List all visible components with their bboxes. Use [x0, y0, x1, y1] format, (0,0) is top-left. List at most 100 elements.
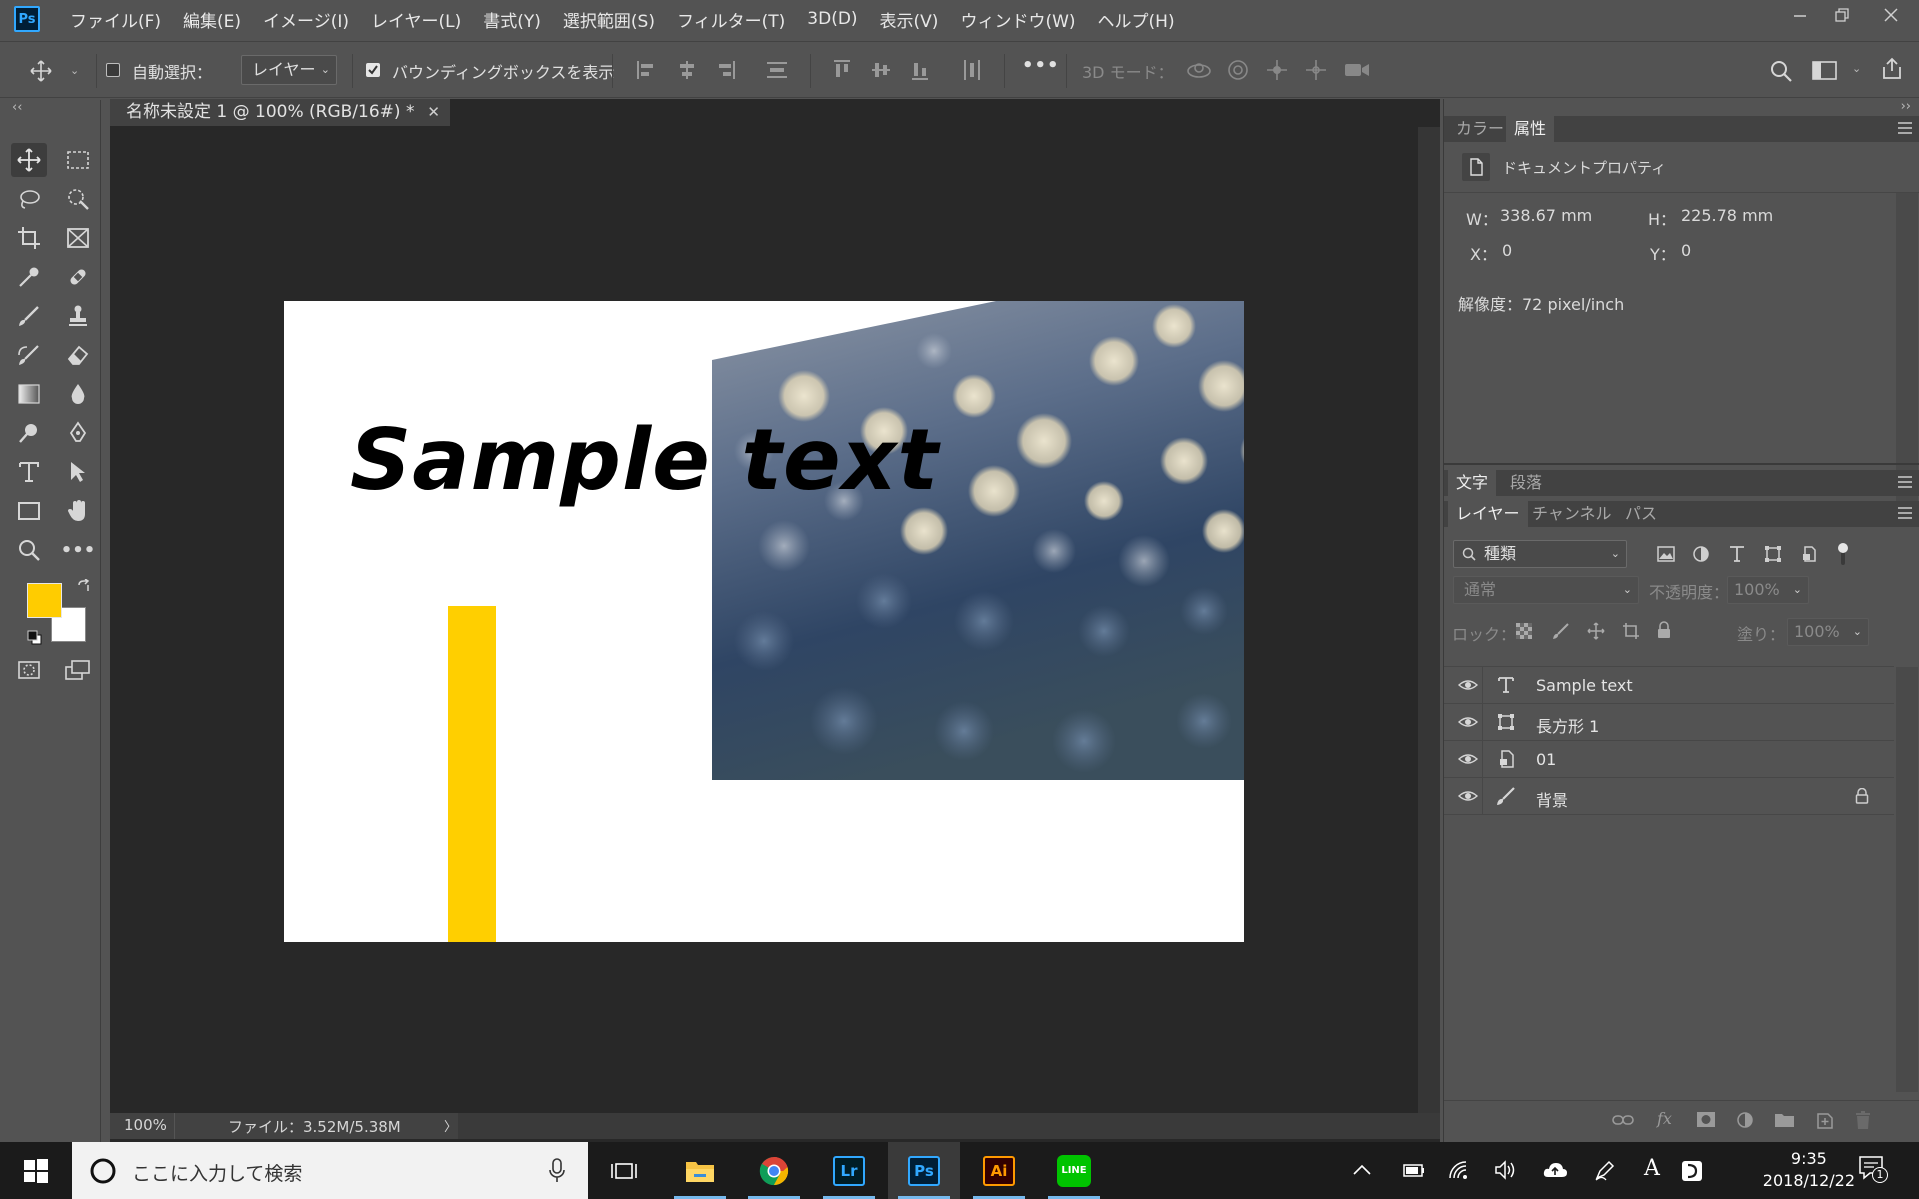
auto-select-target-dropdown[interactable]: レイヤー ⌄ — [241, 55, 337, 85]
ime-mode-icon[interactable]: A — [1644, 1156, 1660, 1181]
3d-slide-button[interactable] — [1304, 58, 1328, 82]
menu-file[interactable]: ファイル(F) — [70, 7, 161, 32]
ime-tool-icon[interactable] — [1680, 1159, 1704, 1183]
status-expand-arrow[interactable]: 〉 — [444, 1116, 457, 1135]
foreground-color-swatch-front[interactable] — [27, 583, 62, 618]
share-button[interactable] — [1880, 57, 1904, 81]
fill-field[interactable]: 100% ⌄ — [1787, 618, 1869, 646]
filter-toggle-button[interactable] — [1836, 541, 1850, 567]
rectangle-tool[interactable] — [11, 494, 47, 528]
panel-menu-icon[interactable] — [1898, 507, 1912, 519]
line-button[interactable]: LINE — [1038, 1142, 1110, 1199]
move-tool[interactable] — [11, 143, 47, 177]
layer-name[interactable]: 長方形 1 — [1536, 713, 1599, 737]
gradient-tool[interactable] — [11, 377, 47, 411]
layer-name[interactable]: Sample text — [1536, 676, 1633, 695]
height-value[interactable]: 225.78 mm — [1681, 206, 1773, 225]
wifi-icon[interactable] — [1448, 1160, 1472, 1180]
crop-tool[interactable] — [11, 221, 47, 255]
close-tab-icon[interactable]: ✕ — [427, 99, 440, 126]
vertical-scrollbar[interactable] — [1418, 127, 1440, 1115]
battery-icon[interactable] — [1400, 1160, 1426, 1180]
swap-colors-button[interactable] — [76, 579, 92, 595]
eraser-tool[interactable] — [60, 338, 96, 372]
distribute-vertical-button[interactable] — [766, 59, 788, 81]
document-canvas[interactable]: Sample text — [284, 301, 1244, 942]
auto-select-checkbox[interactable] — [106, 63, 120, 77]
layer-row[interactable]: 長方形 1 — [1444, 704, 1894, 741]
tab-paragraph[interactable]: 段落 — [1502, 470, 1550, 496]
align-right-edges-button[interactable] — [716, 59, 736, 81]
quick-selection-tool[interactable] — [60, 182, 96, 216]
align-horizontal-centers-button[interactable] — [677, 59, 697, 81]
layer-filter-dropdown[interactable]: 種類 ⌄ — [1453, 540, 1627, 568]
history-brush-tool[interactable] — [11, 338, 47, 372]
path-selection-tool[interactable] — [60, 455, 96, 489]
lightroom-button[interactable]: Lr — [813, 1142, 885, 1199]
lock-position-button[interactable] — [1587, 622, 1605, 640]
search-button[interactable] — [1769, 59, 1793, 83]
pen-ink-icon[interactable] — [1594, 1159, 1616, 1181]
3d-orbit-button[interactable] — [1186, 59, 1212, 81]
layer-row[interactable]: 背景 — [1444, 778, 1894, 815]
eye-icon[interactable] — [1458, 714, 1478, 730]
volume-icon[interactable] — [1494, 1160, 1518, 1180]
dodge-tool[interactable] — [11, 416, 47, 450]
taskbar-search-box[interactable]: ここに入力して検索 — [72, 1142, 588, 1199]
eye-icon[interactable] — [1458, 751, 1478, 767]
menu-layer[interactable]: レイヤー(L) — [371, 7, 461, 32]
menu-select[interactable]: 選択範囲(S) — [563, 7, 655, 32]
zoom-level[interactable]: 100% — [124, 1116, 167, 1134]
action-center-button[interactable]: 1 — [1858, 1154, 1888, 1183]
filter-smart-object-button[interactable] — [1800, 545, 1818, 563]
tab-color[interactable]: カラー — [1448, 116, 1512, 142]
trash-icon[interactable] — [1854, 1110, 1872, 1130]
panel-menu-icon[interactable] — [1898, 476, 1912, 488]
tab-layers[interactable]: レイヤー — [1448, 501, 1528, 527]
blur-tool[interactable] — [60, 377, 96, 411]
lock-all-button[interactable] — [1656, 621, 1672, 639]
new-layer-icon[interactable] — [1816, 1110, 1834, 1130]
x-value[interactable]: 0 — [1502, 241, 1512, 260]
chevron-up-icon[interactable] — [1352, 1164, 1372, 1176]
layer-name[interactable]: 01 — [1536, 750, 1556, 769]
move-tool-preset-button[interactable] — [30, 60, 56, 82]
menu-3d[interactable]: 3D(D) — [807, 9, 857, 29]
tab-properties[interactable]: 属性 — [1506, 116, 1555, 142]
menu-help[interactable]: ヘルプ(H) — [1098, 7, 1175, 32]
taskbar-clock[interactable]: 9:35 2018/12/22 — [1763, 1148, 1855, 1192]
chevron-down-icon[interactable]: ⌄ — [70, 64, 79, 77]
filter-shape-button[interactable] — [1764, 545, 1782, 563]
align-left-edges-button[interactable] — [636, 59, 656, 81]
quick-mask-button[interactable] — [11, 653, 47, 687]
menu-view[interactable]: 表示(V) — [880, 7, 939, 32]
layer-row[interactable]: 01 — [1444, 741, 1894, 778]
close-window-button[interactable] — [1863, 0, 1919, 30]
distribute-horizontal-button[interactable] — [962, 59, 982, 81]
brush-tool[interactable] — [11, 299, 47, 333]
horizontal-scrollbar[interactable] — [458, 1113, 1440, 1139]
filter-adjustment-button[interactable] — [1692, 545, 1710, 563]
start-button[interactable] — [0, 1142, 72, 1199]
menu-type[interactable]: 書式(Y) — [483, 7, 541, 32]
illustrator-button[interactable]: Ai — [963, 1142, 1035, 1199]
folder-icon[interactable] — [1774, 1111, 1796, 1129]
cloud-upload-icon[interactable] — [1542, 1160, 1568, 1180]
edit-toolbar-button[interactable]: ••• — [60, 533, 96, 567]
photoshop-button[interactable]: Ps — [888, 1142, 960, 1199]
chevron-down-icon[interactable]: ⌄ — [1852, 62, 1861, 75]
workspace-button[interactable] — [1812, 61, 1838, 81]
layer-name[interactable]: 背景 — [1536, 787, 1568, 811]
lock-pixels-button[interactable] — [1552, 622, 1570, 640]
type-tool[interactable] — [11, 455, 47, 489]
clone-stamp-tool[interactable] — [60, 299, 96, 333]
eyedropper-tool[interactable] — [11, 260, 47, 294]
more-options-button[interactable]: ••• — [1022, 55, 1060, 76]
adjustment-layer-icon[interactable] — [1736, 1111, 1756, 1131]
marquee-tool[interactable] — [60, 143, 96, 177]
menu-edit[interactable]: 編集(E) — [183, 7, 241, 32]
opacity-field[interactable]: 100% ⌄ — [1727, 576, 1809, 604]
lock-transparent-button[interactable] — [1516, 623, 1532, 639]
menu-filter[interactable]: フィルター(T) — [677, 7, 785, 32]
width-value[interactable]: 338.67 mm — [1500, 206, 1592, 225]
